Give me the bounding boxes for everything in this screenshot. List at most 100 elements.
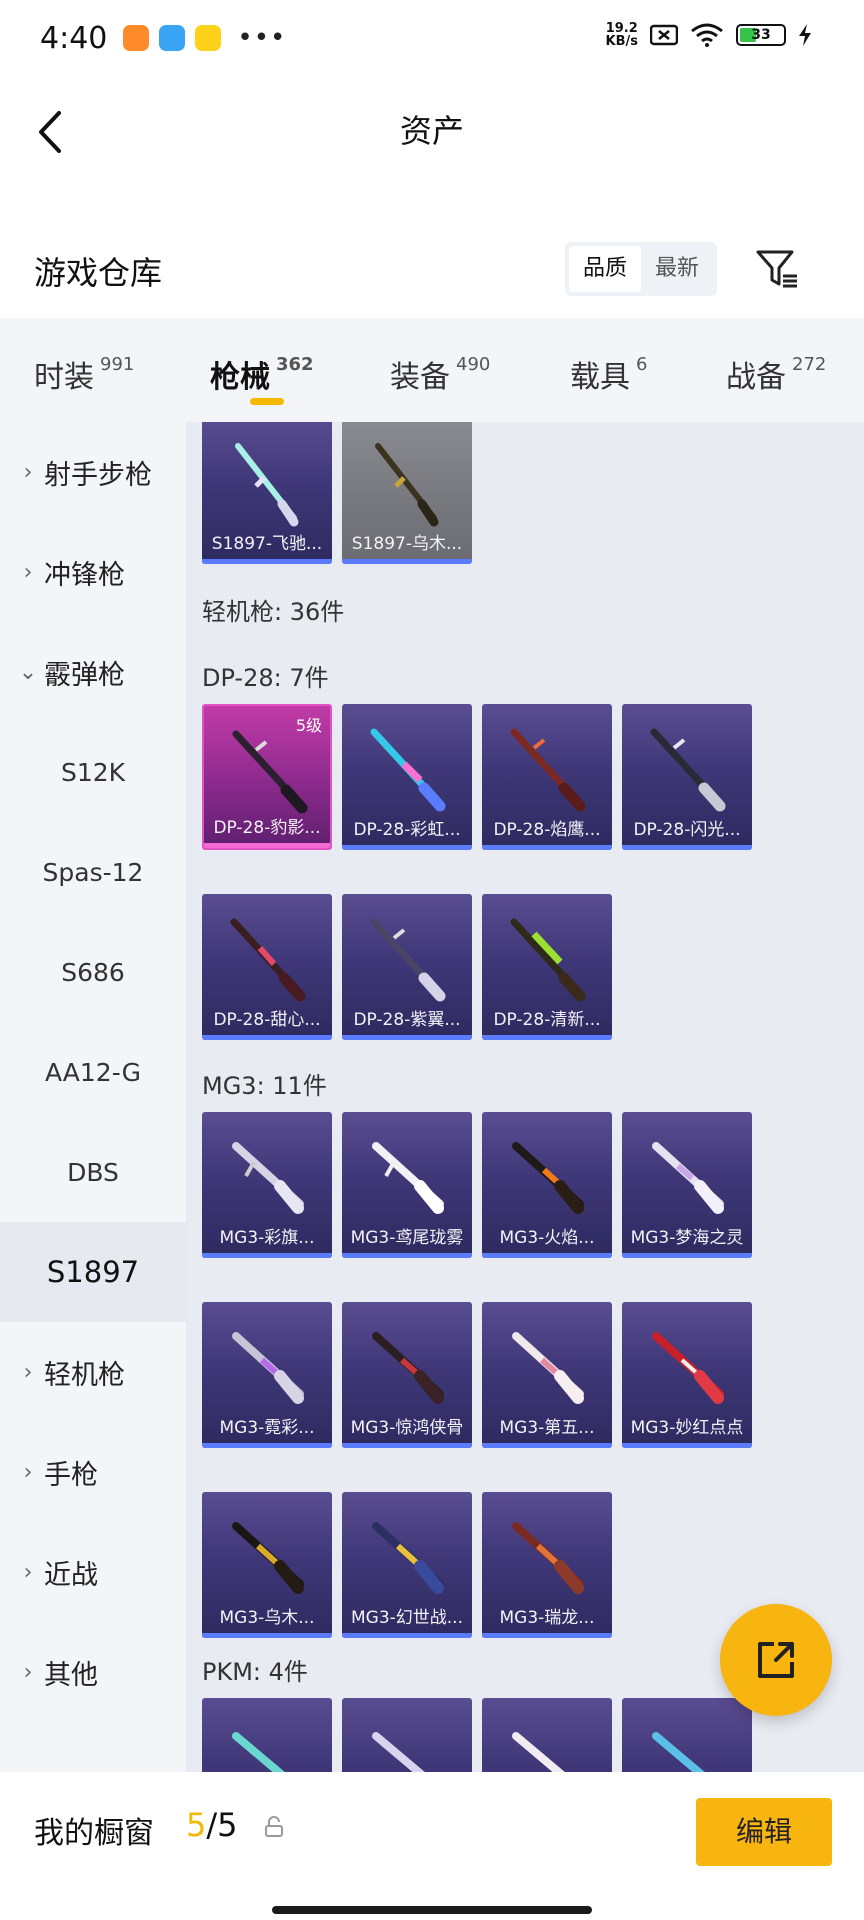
gun-skin-image <box>372 1142 444 1214</box>
gun-skin-image <box>232 1142 304 1214</box>
chevron-right-icon: › <box>23 459 33 485</box>
gun-skin-image <box>370 918 446 1002</box>
sidebar-item-lmg[interactable]: › 轻机枪 <box>0 1322 186 1422</box>
skin-card[interactable] <box>342 1698 472 1772</box>
skin-name: DP-28-甜心... <box>213 1010 321 1030</box>
rarity-bar <box>482 1035 612 1040</box>
sidebar-item-other[interactable]: › 其他 <box>0 1622 186 1722</box>
tab-gear[interactable]: 战备 272 <box>726 352 826 396</box>
battery-icon: 33 <box>736 24 786 46</box>
chevron-right-icon: › <box>23 1359 33 1385</box>
sidebar-subitem-s1897[interactable]: S1897 <box>0 1222 186 1322</box>
battery-level: 33 <box>751 27 771 43</box>
gun-skin-image <box>652 1332 724 1404</box>
gun-skin-image <box>372 1732 425 1772</box>
sidebar-subitem-spas12[interactable]: Spas-12 <box>0 822 186 922</box>
skin-name: MG3-梦海之灵 <box>630 1228 744 1248</box>
skin-name: MG3-乌木... <box>219 1608 315 1628</box>
wifi-icon <box>691 23 723 47</box>
skin-card[interactable] <box>202 1698 332 1772</box>
skin-card[interactable]: DP-28-紫翼... <box>342 894 472 1040</box>
tab-guns[interactable]: 枪械 362 <box>210 352 314 396</box>
sidebar-item-label: 其他 <box>44 1659 98 1691</box>
tab-label: 战备 <box>726 360 786 395</box>
gun-skin-image <box>372 1522 444 1594</box>
skin-card[interactable]: MG3-幻世战... <box>342 1492 472 1638</box>
skin-card[interactable]: MG3-乌木... <box>202 1492 332 1638</box>
network-speed-unit: KB/s <box>605 34 638 49</box>
gun-skin-image <box>510 918 586 1002</box>
skin-name: MG3-霓彩... <box>219 1418 315 1438</box>
skin-card[interactable]: DP-28-清新... <box>482 894 612 1040</box>
gun-skin-image <box>375 443 439 527</box>
filter-icon <box>756 250 797 288</box>
skin-card[interactable]: MG3-惊鸿侠骨 <box>342 1302 472 1448</box>
share-icon <box>758 1642 794 1678</box>
section-header-pkm: PKM: 4件 <box>202 1658 308 1686</box>
sort-by-newest-button[interactable]: 最新 <box>641 246 713 292</box>
sidebar-subitem-s12k[interactable]: S12K <box>0 722 186 822</box>
sort-by-quality-button[interactable]: 品质 <box>569 246 641 292</box>
tab-label: 枪械 <box>210 360 270 395</box>
sim-off-icon <box>650 24 678 46</box>
more-notifications-icon: ••• <box>237 23 287 53</box>
warehouse-title: 游戏仓库 <box>34 254 163 292</box>
rarity-bar <box>342 1633 472 1638</box>
showcase-label: 我的橱窗 <box>34 1816 154 1851</box>
sidebar-item-smg[interactable]: › 冲锋枪 <box>0 522 186 622</box>
gun-skin-image <box>652 1732 705 1772</box>
skin-card[interactable]: MG3-鸢尾珑雾 <box>342 1112 472 1258</box>
sidebar-item-label: 轻机枪 <box>44 1359 125 1391</box>
edit-button[interactable]: 编辑 <box>696 1798 832 1866</box>
lock-icon <box>265 1816 283 1837</box>
home-indicator[interactable] <box>272 1906 592 1914</box>
skin-card[interactable]: MG3-第五... <box>482 1302 612 1448</box>
skin-card[interactable]: MG3-霓彩... <box>202 1302 332 1448</box>
skin-card[interactable]: S1897-飞驰... <box>202 422 332 564</box>
tab-count: 991 <box>100 354 135 375</box>
skin-card[interactable]: S1897-乌木... <box>342 422 472 564</box>
sidebar-item-shotgun[interactable]: ⌄ 霰弹枪 <box>0 622 186 722</box>
skin-name: DP-28-清新... <box>493 1010 601 1030</box>
skin-card[interactable]: MG3-彩旗... <box>202 1112 332 1258</box>
skin-card[interactable] <box>622 1698 752 1772</box>
tab-equipment[interactable]: 装备 490 <box>390 352 490 396</box>
skin-card[interactable]: MG3-火焰... <box>482 1112 612 1258</box>
rarity-bar <box>482 1633 612 1638</box>
sidebar-subitem-dbs[interactable]: DBS <box>0 1122 186 1222</box>
skin-card[interactable]: DP-28-甜心... <box>202 894 332 1040</box>
sidebar-item-label: 手枪 <box>44 1459 98 1491</box>
showcase-bar: 我的橱窗 5/5 编辑 <box>0 1772 864 1920</box>
top-nav: 资产 <box>0 76 864 186</box>
rarity-bar <box>204 843 330 848</box>
skin-card[interactable]: MG3-梦海之灵 <box>622 1112 752 1258</box>
skin-name: MG3-惊鸿侠骨 <box>350 1418 464 1438</box>
gun-skin-image <box>232 730 308 814</box>
skin-card[interactable] <box>482 1698 612 1772</box>
filter-button[interactable] <box>754 246 800 292</box>
tab-fashion[interactable]: 时装 991 <box>34 352 134 396</box>
chevron-down-icon: ⌄ <box>18 659 38 685</box>
rarity-bar <box>622 1443 752 1448</box>
sidebar-item-dmr[interactable]: › 射手步枪 <box>0 422 186 522</box>
skin-card[interactable]: MG3-妙红点点 <box>622 1302 752 1448</box>
skin-name: DP-28-彩虹... <box>353 820 461 840</box>
gun-skin-image <box>235 443 299 527</box>
rarity-bar <box>202 1253 332 1258</box>
sidebar-item-pistol[interactable]: › 手枪 <box>0 1422 186 1522</box>
sidebar-subitem-aa12g[interactable]: AA12-G <box>0 1022 186 1122</box>
showcase-total: /5 <box>206 1806 238 1844</box>
tab-vehicles[interactable]: 载具 6 <box>570 352 647 396</box>
rarity-bar <box>202 559 332 564</box>
skin-name: MG3-第五... <box>499 1418 595 1438</box>
share-button[interactable] <box>720 1604 832 1716</box>
sidebar-subitem-s686[interactable]: S686 <box>0 922 186 1022</box>
skin-card[interactable]: 5级 DP-28-豹影... <box>202 704 332 850</box>
skin-card[interactable]: MG3-瑞龙... <box>482 1492 612 1638</box>
sidebar-item-melee[interactable]: › 近战 <box>0 1522 186 1622</box>
rarity-bar <box>342 845 472 850</box>
skin-name: DP-28-豹影... <box>213 818 321 838</box>
skin-card[interactable]: DP-28-闪光... <box>622 704 752 850</box>
skin-card[interactable]: DP-28-彩虹... <box>342 704 472 850</box>
skin-card[interactable]: DP-28-焰鹰... <box>482 704 612 850</box>
